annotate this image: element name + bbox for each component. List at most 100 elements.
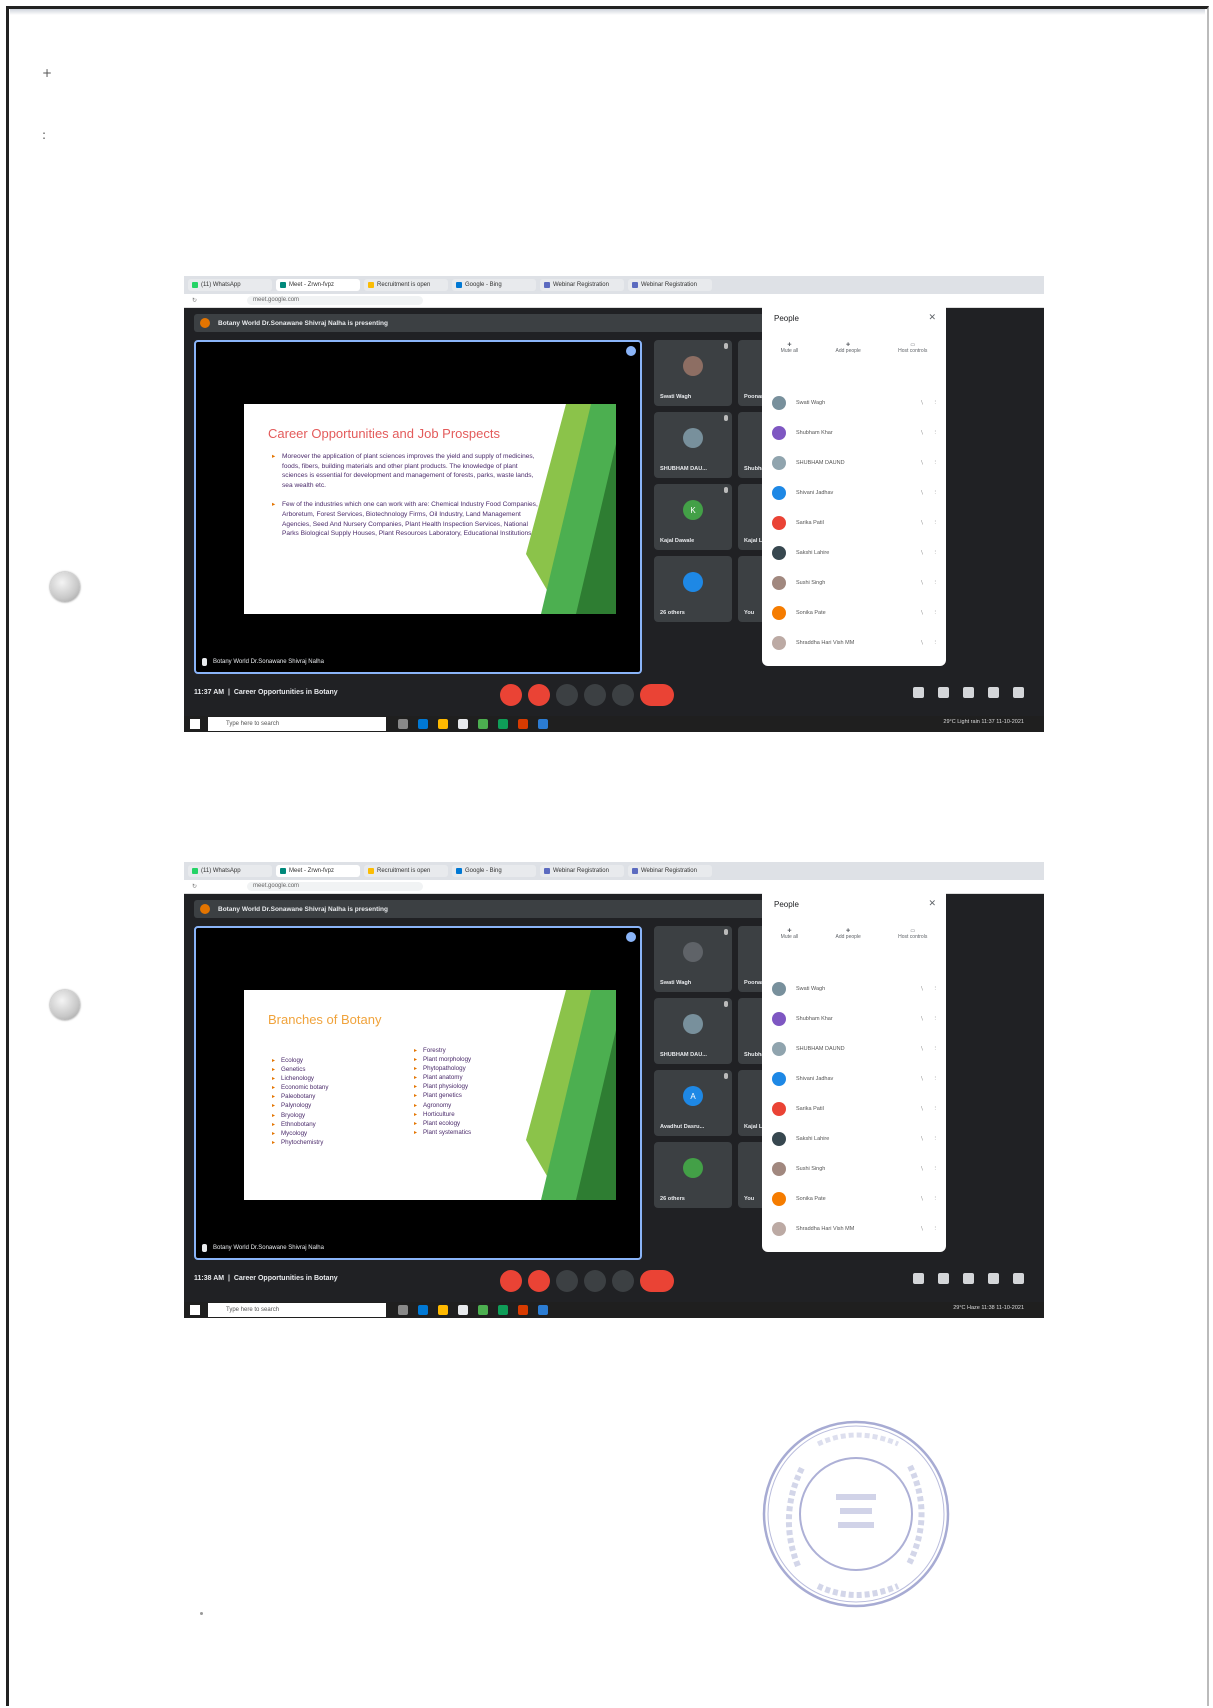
- mic-icon[interactable]: ∖: [920, 430, 928, 436]
- host-controls-button[interactable]: ▭ Host controls: [898, 342, 927, 354]
- browser-tab[interactable]: Webinar Registration: [540, 865, 624, 877]
- office-icon[interactable]: [518, 1305, 528, 1315]
- browser-tab-active[interactable]: Meet - Zrwn-fvpz: [276, 865, 360, 877]
- more-options-icon[interactable]: ⋮: [928, 1076, 939, 1082]
- more-options-icon[interactable]: ⋮: [928, 520, 939, 526]
- file-explorer-icon[interactable]: [438, 719, 448, 729]
- chrome-icon[interactable]: [478, 1305, 488, 1315]
- mic-icon[interactable]: ∖: [920, 400, 928, 406]
- participant-tile[interactable]: K Kajal Dawale: [654, 484, 732, 550]
- mic-off-button[interactable]: [500, 1270, 522, 1292]
- more-options-icon[interactable]: ⋮: [928, 1106, 939, 1112]
- more-options-icon[interactable]: ⋮: [928, 1166, 939, 1172]
- store-icon[interactable]: [458, 719, 468, 729]
- participant-tile[interactable]: SHUBHAM DAU...: [654, 412, 732, 478]
- people-row[interactable]: Sakshi Lahire ∖ ⋮: [772, 538, 938, 568]
- mic-icon[interactable]: ∖: [920, 1166, 928, 1172]
- mic-icon[interactable]: ∖: [920, 1196, 928, 1202]
- more-options-icon[interactable]: ⋮: [928, 430, 939, 436]
- people-icon[interactable]: [938, 1273, 949, 1284]
- edge-icon[interactable]: [418, 719, 428, 729]
- people-row[interactable]: Sonika Pate ∖ ⋮: [772, 598, 938, 628]
- camera-off-button[interactable]: [528, 1270, 550, 1292]
- office-icon[interactable]: [518, 719, 528, 729]
- windows-start-icon[interactable]: [190, 1305, 200, 1315]
- word-icon[interactable]: [538, 1305, 548, 1315]
- more-options-button[interactable]: [612, 684, 634, 706]
- task-view-icon[interactable]: [398, 1305, 408, 1315]
- add-people-button[interactable]: ✚ Add people: [836, 342, 861, 354]
- people-row[interactable]: Sonika Pate ∖ ⋮: [772, 1184, 938, 1214]
- url-field[interactable]: meet.google.com: [247, 296, 424, 305]
- browser-tab[interactable]: Recruitment is open: [364, 865, 448, 877]
- mic-icon[interactable]: ∖: [920, 1076, 928, 1082]
- more-options-icon[interactable]: ⋮: [928, 580, 939, 586]
- more-options-icon[interactable]: ⋮: [928, 460, 939, 466]
- present-button[interactable]: [584, 1270, 606, 1292]
- browser-tab[interactable]: Google - Bing: [452, 279, 536, 291]
- browser-tab[interactable]: Webinar Registration: [628, 865, 712, 877]
- captions-button[interactable]: [556, 1270, 578, 1292]
- info-icon[interactable]: [913, 687, 924, 698]
- file-explorer-icon[interactable]: [438, 1305, 448, 1315]
- more-options-icon[interactable]: ⋮: [928, 640, 939, 646]
- participant-tile[interactable]: SHUBHAM DAU...: [654, 998, 732, 1064]
- url-field[interactable]: meet.google.com: [247, 882, 424, 891]
- present-button[interactable]: [584, 684, 606, 706]
- windows-start-icon[interactable]: [190, 719, 200, 729]
- participant-tile[interactable]: Swati Wagh: [654, 926, 732, 992]
- activities-icon[interactable]: [988, 687, 999, 698]
- chrome-icon[interactable]: [478, 719, 488, 729]
- store-icon[interactable]: [458, 1305, 468, 1315]
- mic-icon[interactable]: ∖: [920, 460, 928, 466]
- lock-icon[interactable]: [1013, 1273, 1024, 1284]
- people-row[interactable]: Swati Wagh ∖ ⋮: [772, 388, 938, 418]
- people-row[interactable]: Sakshi Lahire ∖ ⋮: [772, 1124, 938, 1154]
- host-controls-button[interactable]: ▭ Host controls: [898, 928, 927, 940]
- chat-icon[interactable]: [963, 687, 974, 698]
- people-row[interactable]: SHUBHAM DAUND ∖ ⋮: [772, 1034, 938, 1064]
- mic-icon[interactable]: ∖: [920, 550, 928, 556]
- taskbar-search-input[interactable]: Type here to search: [208, 717, 386, 731]
- people-row[interactable]: Shubham Khar ∖ ⋮: [772, 1004, 938, 1034]
- more-options-icon[interactable]: ⋮: [928, 550, 939, 556]
- end-call-button[interactable]: [640, 684, 674, 706]
- more-options-icon[interactable]: ⋮: [928, 1016, 939, 1022]
- app-icon[interactable]: [498, 719, 508, 729]
- reload-icon[interactable]: ↻: [192, 883, 197, 890]
- more-options-icon[interactable]: ⋮: [928, 1226, 939, 1232]
- pin-icon[interactable]: [626, 346, 636, 356]
- people-row[interactable]: Sushi Singh ∖ ⋮: [772, 1154, 938, 1184]
- more-options-icon[interactable]: ⋮: [928, 610, 939, 616]
- browser-tab[interactable]: Webinar Registration: [540, 279, 624, 291]
- mic-icon[interactable]: ∖: [920, 580, 928, 586]
- people-row[interactable]: Shivani Jadhav ∖ ⋮: [772, 478, 938, 508]
- mic-icon[interactable]: ∖: [920, 1046, 928, 1052]
- people-row[interactable]: Swati Wagh ∖ ⋮: [772, 974, 938, 1004]
- chat-icon[interactable]: [963, 1273, 974, 1284]
- mute-all-button[interactable]: ✚ Mute all: [781, 928, 799, 940]
- mic-icon[interactable]: ∖: [920, 640, 928, 646]
- more-options-icon[interactable]: ⋮: [928, 986, 939, 992]
- end-call-button[interactable]: [640, 1270, 674, 1292]
- captions-button[interactable]: [556, 684, 578, 706]
- more-options-button[interactable]: [612, 1270, 634, 1292]
- people-row[interactable]: Sarika Patil ∖ ⋮: [772, 508, 938, 538]
- browser-tab-active[interactable]: Meet - Zrwn-fvpz: [276, 279, 360, 291]
- people-row[interactable]: Sushi Singh ∖ ⋮: [772, 568, 938, 598]
- browser-tab[interactable]: Webinar Registration: [628, 279, 712, 291]
- people-row[interactable]: Sarika Patil ∖ ⋮: [772, 1094, 938, 1124]
- word-icon[interactable]: [538, 719, 548, 729]
- mic-icon[interactable]: ∖: [920, 1136, 928, 1142]
- browser-tab[interactable]: (11) WhatsApp: [188, 279, 272, 291]
- mic-off-button[interactable]: [500, 684, 522, 706]
- lock-icon[interactable]: [1013, 687, 1024, 698]
- app-icon[interactable]: [498, 1305, 508, 1315]
- mic-icon[interactable]: ∖: [920, 490, 928, 496]
- pin-icon[interactable]: [626, 932, 636, 942]
- more-options-icon[interactable]: ⋮: [928, 1046, 939, 1052]
- close-icon[interactable]: ✕: [928, 312, 936, 323]
- mic-icon[interactable]: ∖: [920, 986, 928, 992]
- mic-icon[interactable]: ∖: [920, 520, 928, 526]
- browser-tab[interactable]: Recruitment is open: [364, 279, 448, 291]
